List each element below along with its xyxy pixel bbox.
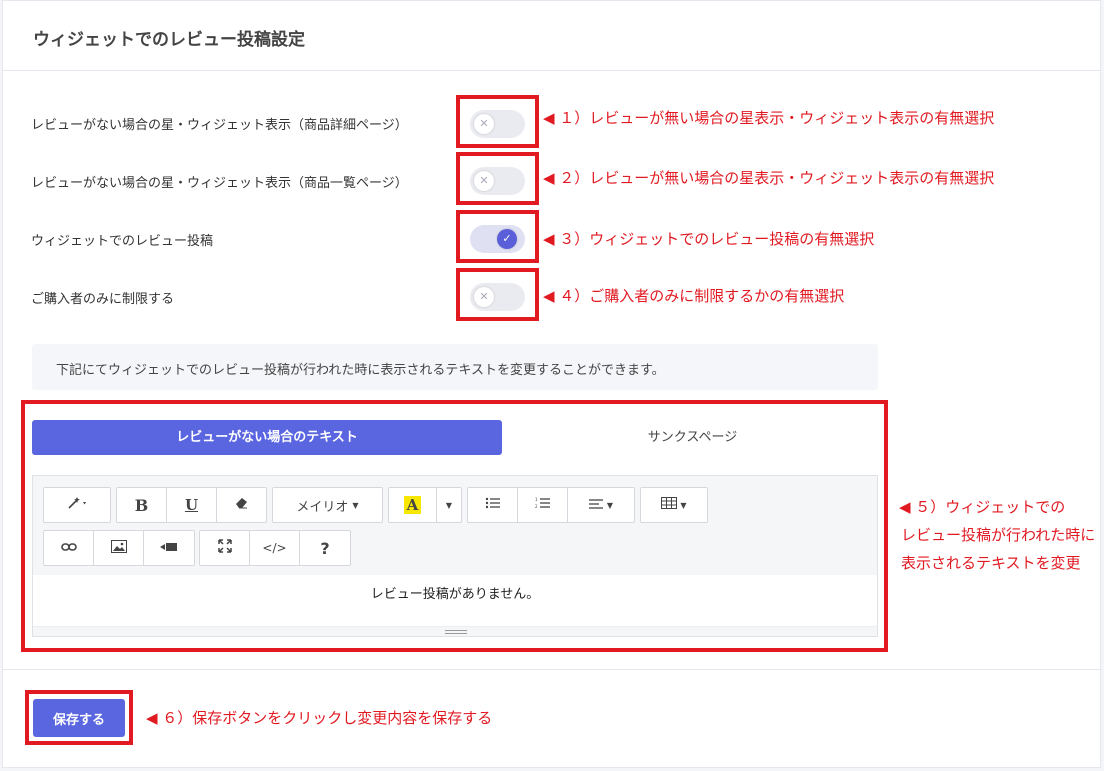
setting-label-detail-page: レビューがない場合の星・ウィジェット表示（商品詳細ページ） [31, 118, 408, 133]
info-note-text: 下記にてウィジェットでのレビュー投稿が行われた時に表示されるテキストを変更するこ… [56, 363, 665, 378]
image-icon [110, 539, 127, 557]
underline-button[interactable]: U [167, 488, 217, 522]
help-button[interactable]: ? [300, 531, 350, 565]
toggle-widget-post[interactable]: ✓ [470, 225, 525, 253]
close-icon: ✕ [474, 114, 494, 134]
caret-down-icon: ▼ [352, 500, 359, 510]
annotation-1: ◀ １）レビューが無い場合の星表示・ウィジェット表示の有無選択 [543, 109, 995, 127]
annotation-3: ◀ ３）ウィジェットでのレビュー投稿の有無選択 [543, 230, 875, 248]
footer-divider [2, 669, 1101, 670]
setting-label-list-page: レビューがない場合の星・ウィジェット表示（商品一覧ページ） [31, 176, 408, 191]
paragraph-group: 12 ▼ [467, 487, 635, 523]
check-icon: ✓ [497, 229, 517, 249]
image-button[interactable] [94, 531, 144, 565]
annotation-5-line1: ◀ ５）ウィジェットでの [899, 498, 1066, 516]
annotation-frame: ✕ [456, 268, 539, 321]
fullscreen-button[interactable] [200, 531, 250, 565]
unordered-list-button[interactable] [468, 488, 518, 522]
unordered-list-icon [485, 497, 501, 513]
caret-down-icon: ▼ [680, 500, 687, 510]
highlight-color-icon: A [403, 496, 422, 514]
caret-down-icon: ▼ [445, 500, 453, 510]
editor-resize-handle[interactable] [33, 626, 877, 636]
tab-thanks-page[interactable]: サンクスページ [505, 420, 880, 455]
toggle-list-page[interactable]: ✕ [470, 167, 525, 195]
editor-content-area[interactable]: レビュー投稿がありません。 [32, 575, 878, 637]
bold-button[interactable]: B [117, 488, 167, 522]
annotation-frame: ✓ [456, 210, 539, 263]
annotation-4: ◀ ４）ご購入者のみに制限するかの有無選択 [543, 287, 845, 305]
link-icon [60, 541, 77, 556]
close-icon: ✕ [474, 287, 494, 307]
color-group: A ▼ [388, 487, 462, 523]
fullscreen-icon [217, 539, 232, 557]
color-dropdown-button[interactable]: ▼ [437, 488, 461, 522]
save-button[interactable]: 保存する [33, 699, 125, 737]
align-icon [588, 498, 603, 513]
insert-group [43, 530, 195, 566]
clear-format-button[interactable] [217, 488, 266, 522]
setting-label-buyers-only: ご購入者のみに制限する [31, 292, 175, 307]
tab-no-review-text[interactable]: レビューがない場合のテキスト [32, 420, 502, 455]
view-group: </> ? [199, 530, 351, 566]
toggle-detail-page[interactable]: ✕ [470, 110, 525, 138]
caret-down-icon: ▼ [606, 500, 614, 510]
annotation-frame: ✕ [456, 152, 539, 205]
font-group: メイリオ ▼ [272, 487, 383, 523]
annotation-5-line3: 表示されるテキストを変更 [901, 554, 1081, 572]
eraser-icon [235, 497, 249, 513]
info-note: 下記にてウィジェットでのレビュー投稿が行われた時に表示されるテキストを変更するこ… [32, 344, 878, 390]
annotation-5: ◀ ５）ウィジェットでの レビュー投稿が行われた時に 表示されるテキストを変更 [899, 493, 1095, 577]
annotation-2: ◀ ２）レビューが無い場合の星表示・ウィジェット表示の有無選択 [543, 169, 995, 187]
resize-grip-icon [445, 630, 467, 634]
format-group: B U [116, 487, 267, 523]
style-button[interactable] [44, 488, 110, 522]
card-header: ウィジェットでのレビュー投稿設定 [3, 1, 1100, 71]
style-group [43, 487, 111, 523]
magic-wand-icon [66, 496, 88, 514]
svg-text:2: 2 [535, 504, 538, 509]
ordered-list-button[interactable]: 12 [518, 488, 568, 522]
page-title: ウィジェットでのレビュー投稿設定 [33, 30, 305, 50]
table-button[interactable]: ▼ [641, 488, 707, 522]
highlight-color-button[interactable]: A [389, 488, 437, 522]
toggle-buyers-only[interactable]: ✕ [470, 283, 525, 311]
align-dropdown-button[interactable]: ▼ [568, 488, 634, 522]
close-icon: ✕ [474, 171, 494, 191]
font-name-label: メイリオ [296, 499, 349, 515]
ordered-list-icon: 12 [535, 497, 551, 513]
table-icon [661, 497, 678, 513]
code-view-button[interactable]: </> [250, 531, 300, 565]
link-button[interactable] [44, 531, 94, 565]
table-group: ▼ [640, 487, 708, 523]
annotation-frame: ✕ [456, 95, 539, 148]
svg-text:1: 1 [535, 497, 538, 502]
annotation-6: ◀ ６）保存ボタンをクリックし変更内容を保存する [146, 709, 493, 727]
video-button[interactable] [144, 531, 194, 565]
annotation-5-line2: レビュー投稿が行われた時に [901, 526, 1096, 544]
video-icon [160, 541, 178, 556]
editor-content-text: レビュー投稿がありません。 [370, 587, 540, 602]
setting-label-widget-post: ウィジェットでのレビュー投稿 [31, 234, 214, 249]
font-name-dropdown[interactable]: メイリオ ▼ [273, 488, 382, 522]
